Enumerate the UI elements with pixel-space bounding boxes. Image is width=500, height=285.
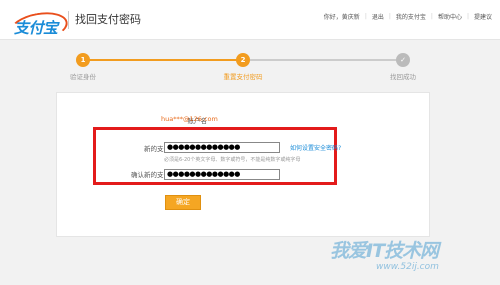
- step-line-pending: [250, 59, 400, 61]
- password-hint: 必须是6-20个英文字母、数字或符号，不能是纯数字或纯字母: [164, 157, 301, 163]
- confirm-password-field[interactable]: ●●●●●●●●●●●●●: [164, 169, 280, 180]
- step-2-icon: 2: [236, 53, 250, 67]
- watermark-url: www.52ij.com: [376, 262, 439, 272]
- nav-help-center[interactable]: 帮助中心: [438, 12, 462, 21]
- step-1-icon: 1: [76, 53, 90, 67]
- new-password-field[interactable]: ●●●●●●●●●●●●●: [164, 142, 280, 153]
- nav-greeting: 你好，黄庆新: [323, 14, 360, 21]
- nav-feedback[interactable]: 提建议: [474, 12, 492, 21]
- progress-steps: 1 2 ✓ 验证身份 重置支付密码 找回成功: [0, 48, 500, 88]
- confirm-button[interactable]: 确定: [165, 195, 201, 210]
- step-2-label: 重置支付密码: [223, 73, 263, 81]
- alipay-logo[interactable]: 支付宝: [6, 8, 70, 46]
- watermark-text: 我爱IT技术网: [330, 240, 439, 262]
- watermark: 我爱IT技术网 www.52ij.com: [278, 200, 500, 285]
- top-nav: 你好，黄庆新 | 退出 | 我的支付宝 | 帮助中心 | 提建议: [324, 12, 492, 21]
- nav-separator: |: [364, 13, 367, 20]
- step-3-label: 找回成功: [390, 73, 416, 81]
- nav-logout[interactable]: 退出: [372, 12, 384, 21]
- logo-text: 支付宝: [14, 19, 58, 37]
- step-line-done: [88, 59, 242, 61]
- step-1-label: 验证身份: [70, 73, 96, 81]
- nav-separator: |: [430, 13, 433, 20]
- header-divider: [68, 11, 69, 29]
- step-3-check-icon: ✓: [396, 53, 410, 67]
- password-help-link[interactable]: 如何设置安全密码?: [290, 143, 341, 152]
- page-title: 找回支付密码: [75, 13, 141, 26]
- top-bar: 支付宝 找回支付密码 你好，黄庆新 | 退出 | 我的支付宝 | 帮助中心 | …: [0, 0, 500, 46]
- nav-my-alipay[interactable]: 我的支付宝: [396, 12, 426, 21]
- nav-separator: |: [466, 13, 469, 20]
- account-value: hua***@126.com: [161, 115, 218, 123]
- nav-separator: |: [388, 13, 391, 20]
